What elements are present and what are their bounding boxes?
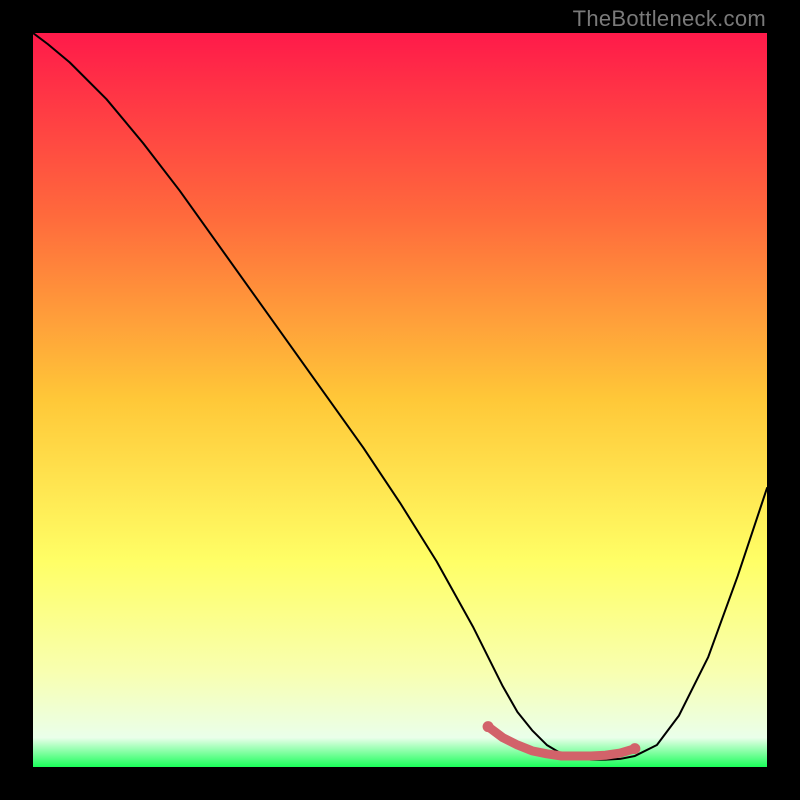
watermark-text: TheBottleneck.com [573,6,766,32]
optimal-range-marker-dot [573,753,579,759]
plot-area [33,33,767,767]
optimal-range-marker-endpoint [483,721,494,732]
chart-svg [33,33,767,767]
chart-frame: TheBottleneck.com [0,0,800,800]
optimal-range-marker-dot [602,752,608,758]
optimal-range-marker-dot [544,751,550,757]
optimal-range-marker-endpoint [629,743,640,754]
optimal-range-marker-dot [514,742,520,748]
